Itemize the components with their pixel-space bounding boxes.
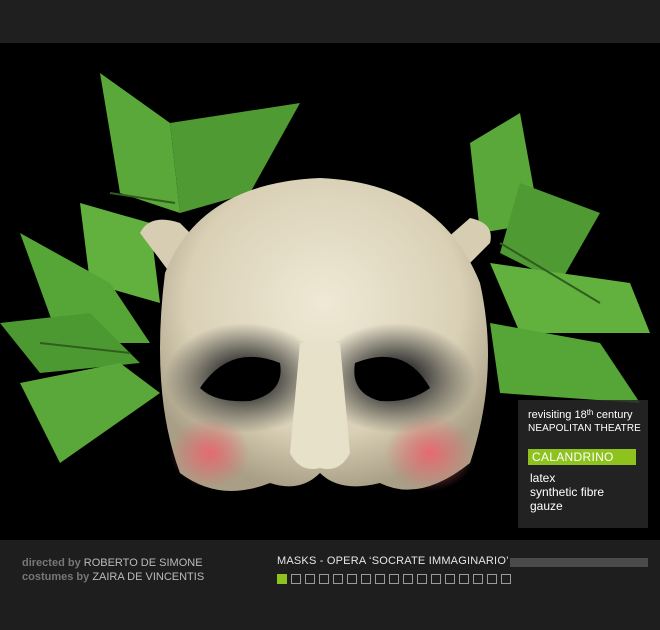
leaf-right-group <box>470 113 650 403</box>
page-dot-13[interactable] <box>445 574 455 584</box>
page-dot-5[interactable] <box>333 574 343 584</box>
materials-list: latex synthetic fibre gauze <box>530 471 604 513</box>
material-item: gauze <box>530 499 563 513</box>
page-dot-11[interactable] <box>417 574 427 584</box>
gallery-pager <box>277 574 511 584</box>
page-dot-8[interactable] <box>375 574 385 584</box>
caption-box: revisiting 18th century NEAPOLITAN THEAT… <box>518 400 648 528</box>
page-dot-9[interactable] <box>389 574 399 584</box>
page-dot-3[interactable] <box>305 574 315 584</box>
caption-theatre: NEAPOLITAN THEATRE <box>528 423 641 434</box>
page-dot-1[interactable] <box>277 574 287 584</box>
progress-bar <box>510 558 648 567</box>
material-item: latex <box>530 471 556 485</box>
material-item: synthetic fibre <box>530 485 605 499</box>
bottom-bar: directed by ROBERTO DE SIMONE costumes b… <box>0 540 660 630</box>
page-dot-7[interactable] <box>361 574 371 584</box>
credit-person: ROBERTO DE SIMONE <box>83 557 203 569</box>
credit-person: ZAIRA DE VINCENTIS <box>92 571 205 583</box>
page-dot-14[interactable] <box>459 574 469 584</box>
costume-credit: costumes by ZAIRA DE VINCENTIS <box>22 570 204 584</box>
page-dot-17[interactable] <box>501 574 511 584</box>
gallery-title: MASKS - OPERA ‘SOCRATE IMMAGINARIO’ <box>277 555 509 567</box>
director-credit: directed by ROBERTO DE SIMONE <box>22 556 203 570</box>
caption-era: revisiting 18th century <box>528 408 633 422</box>
page-dot-4[interactable] <box>319 574 329 584</box>
credit-role: directed by <box>22 557 81 569</box>
mask-name-label: CALANDRINO <box>528 449 636 465</box>
page-dot-10[interactable] <box>403 574 413 584</box>
page-dot-15[interactable] <box>473 574 483 584</box>
page-dot-12[interactable] <box>431 574 441 584</box>
page-dot-2[interactable] <box>291 574 301 584</box>
page-dot-6[interactable] <box>347 574 357 584</box>
credit-role: costumes by <box>22 571 90 583</box>
page-dot-16[interactable] <box>487 574 497 584</box>
top-bar <box>0 0 660 43</box>
